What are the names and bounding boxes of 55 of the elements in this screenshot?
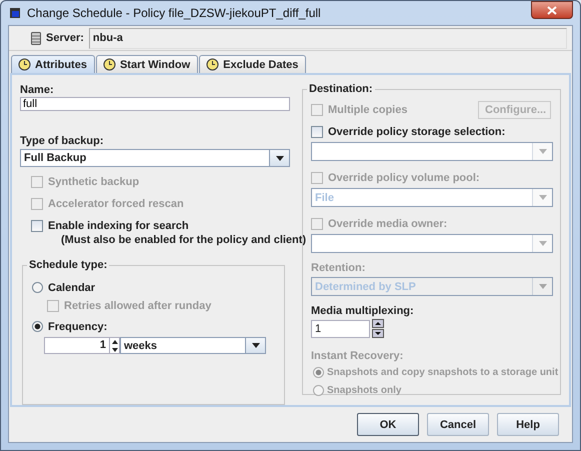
clock-icon [206, 58, 220, 71]
backup-type-label: Type of backup: [20, 135, 105, 147]
checkbox-label: Retries allowed after runday [64, 300, 212, 312]
retention-label: Retention: [311, 262, 366, 274]
checkbox-label: Override media owner: [328, 218, 448, 230]
checkbox-label: Override policy storage selection: [328, 126, 506, 138]
app-icon [9, 7, 21, 19]
dropdown-value: File [314, 192, 335, 204]
unit-dropdown[interactable]: weeks [120, 337, 266, 354]
radio-button[interactable] [32, 282, 43, 294]
checkbox-label: Override policy volume pool: [328, 172, 480, 184]
name-label: Name: [20, 84, 55, 96]
radio-button[interactable] [32, 321, 43, 332]
tab[interactable]: Start Window [96, 55, 198, 73]
dropdown-arrow-icon [538, 241, 546, 246]
up-down-arrows-icon [372, 319, 384, 338]
tab[interactable]: Exclude Dates [199, 55, 306, 73]
instant-recovery-label: Instant Recovery: [311, 350, 404, 362]
close-icon [547, 6, 557, 14]
dialog-button[interactable]: Cancel [427, 413, 489, 436]
radio-label: Snapshots only [327, 385, 402, 396]
group-title: Schedule type: [27, 259, 110, 272]
dropdown-arrow-icon [538, 149, 546, 154]
window-title: Change Schedule - Policy file_DZSW-jiekouPT_diff_full [27, 6, 322, 20]
dialog-button[interactable]: OK [357, 413, 419, 436]
server-field: nbu-a [88, 28, 567, 48]
tab[interactable]: Attributes [11, 55, 95, 73]
server-label: Server: [46, 32, 84, 44]
dialog-button[interactable]: Help [497, 413, 559, 436]
checkbox-label: Enable indexing for search [48, 220, 189, 232]
checkbox-label: Synthetic backup [48, 176, 140, 188]
checkbox-label: Accelerator forced rescan [48, 198, 184, 210]
clock-icon [102, 58, 116, 71]
radio-label: Snapshots and copy snapshots to a storage unit [327, 367, 558, 378]
note-text: (Must also be enabled for the policy and client) [60, 234, 306, 248]
dropdown-arrow-icon [538, 284, 546, 289]
clock-icon [18, 58, 31, 71]
frequency-spinner[interactable]: 1 [44, 337, 120, 354]
server-icon [31, 32, 41, 44]
checkbox[interactable] [311, 126, 323, 138]
name-field[interactable]: full [20, 97, 290, 111]
radio-label: Frequency: [48, 320, 108, 333]
media-multiplexing-field[interactable]: 1 [311, 320, 370, 338]
media-multiplexing-label: Media multiplexing: [311, 305, 415, 317]
close-button[interactable] [531, 1, 573, 19]
group-title: Destination: [307, 83, 375, 95]
up-down-arrows-icon [112, 338, 118, 353]
dropdown-arrow-icon [538, 195, 546, 200]
backup-type-dropdown[interactable]: Full Backup [20, 149, 290, 168]
dropdown-value: Determined by SLP [314, 280, 417, 292]
dropdown-arrow-icon [252, 343, 260, 348]
checkbox-label: Multiple copies [328, 104, 408, 116]
checkbox[interactable] [31, 220, 43, 232]
dropdown-arrow-icon [276, 156, 284, 161]
radio-label: Calendar [48, 282, 96, 294]
